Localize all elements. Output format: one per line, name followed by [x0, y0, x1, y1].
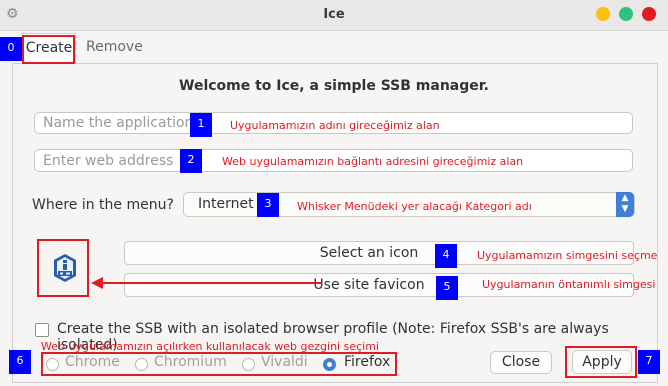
badge-0: 0 — [0, 37, 22, 61]
browser-highlight-box — [41, 352, 397, 376]
badge-4: 4 — [435, 244, 457, 268]
note-name: Uygulamamızın adını gireceğimiz alan — [230, 119, 440, 132]
maximize-button[interactable] — [619, 7, 633, 21]
note-browser: Web uygulamamızın açılırken kullanılacak… — [41, 340, 379, 353]
badge-7: 7 — [638, 350, 660, 374]
up-down-arrow-icon[interactable]: ▲ ▼ — [616, 192, 634, 217]
tab-remove[interactable]: Remove — [86, 33, 143, 61]
tab-highlight-box — [22, 35, 75, 64]
note-url: Web uygulamamızın bağlantı adresini gire… — [222, 155, 524, 168]
use-favicon-label: Use site favicon — [313, 277, 425, 293]
window-title: Ice — [323, 7, 345, 22]
app-icon-preview — [37, 239, 89, 297]
menu-category-value: Internet — [198, 196, 254, 212]
minimize-button[interactable] — [596, 7, 610, 21]
badge-3: 3 — [257, 193, 279, 217]
badge-6: 6 — [9, 350, 31, 374]
badge-2: 2 — [180, 149, 202, 173]
close-window-button[interactable] — [642, 7, 656, 21]
ice-logo-icon — [54, 254, 76, 282]
select-icon-label: Select an icon — [319, 245, 419, 261]
note-favicon: Uygulamanın öntanımlı simgesi — [482, 278, 656, 291]
close-button[interactable]: Close — [490, 351, 552, 374]
isolated-profile-checkbox[interactable] — [35, 323, 49, 337]
welcome-heading: Welcome to Ice, a simple SSB manager. — [179, 78, 489, 94]
badge-5: 5 — [436, 276, 458, 300]
tab-bar: Create Remove — [0, 31, 668, 65]
apply-highlight-box — [565, 346, 637, 378]
note-icon: Uygulamamızın simgesini seçme — [477, 249, 658, 262]
arrow-left-icon — [91, 277, 103, 289]
badge-1: 1 — [190, 113, 212, 137]
note-menu: Whisker Menüdeki yer alacağı Kategori ad… — [297, 200, 532, 213]
title-bar: ⚙ Ice — [0, 0, 668, 31]
annotation-arrow — [100, 282, 322, 284]
menu-label: Where in the menu? — [32, 197, 174, 213]
